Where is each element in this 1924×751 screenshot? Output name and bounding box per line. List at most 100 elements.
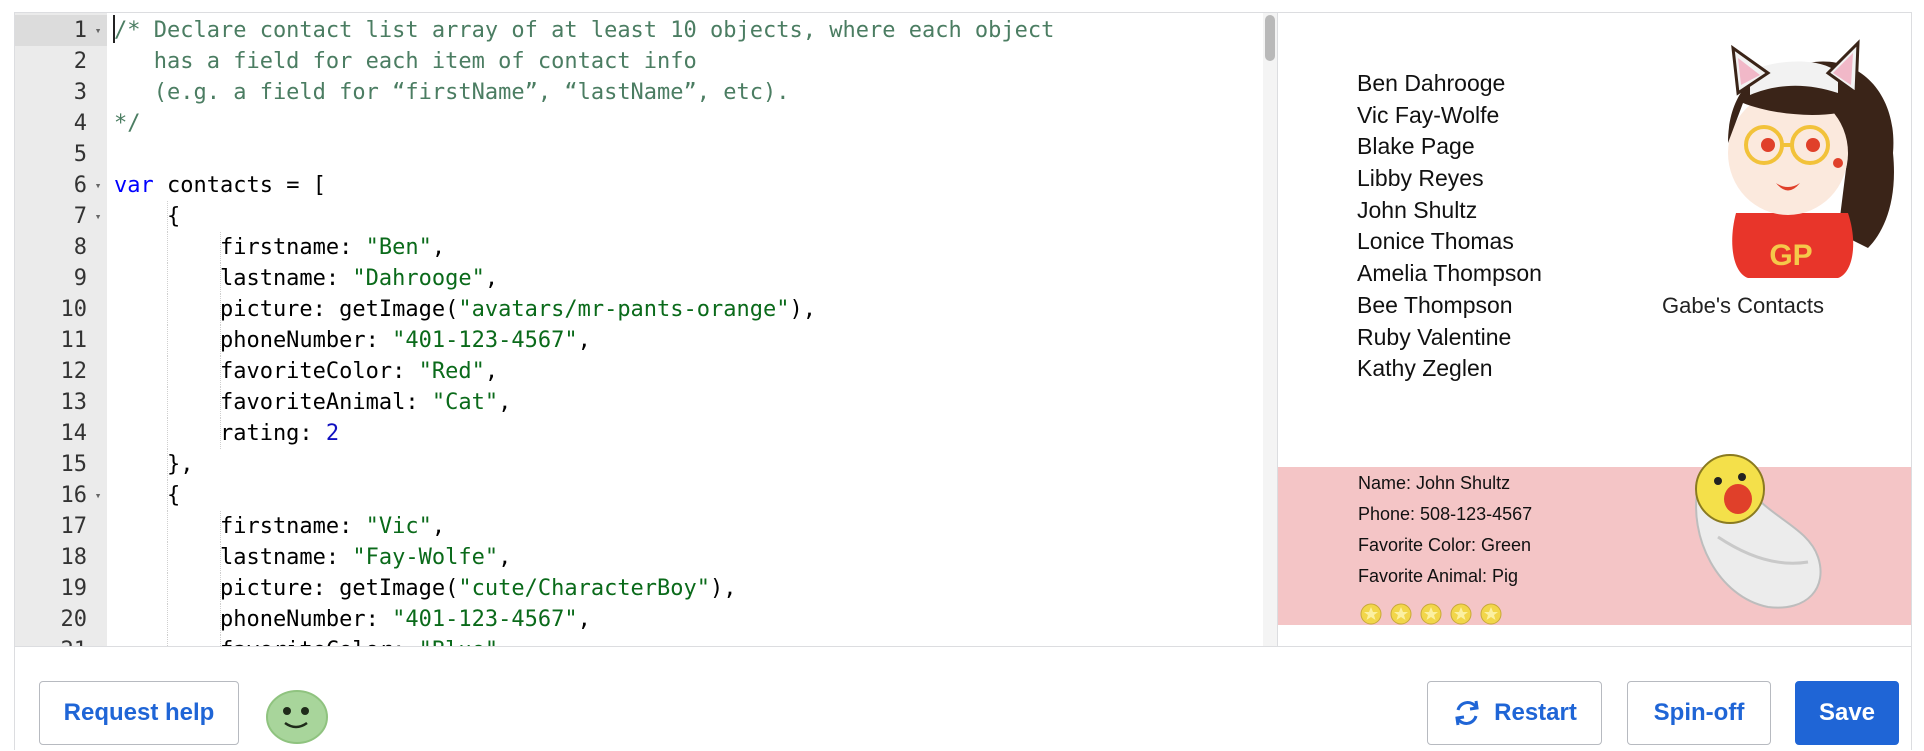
contact-list-item[interactable]: Lonice Thomas	[1357, 226, 1542, 258]
star-icon	[1390, 603, 1412, 625]
code-line[interactable]: 8 firstname: "Ben",	[15, 232, 1277, 263]
line-number: 17	[60, 514, 88, 539]
contact-list-item[interactable]: Ruby Valentine	[1357, 322, 1542, 354]
contact-list-item[interactable]: Bee Thompson	[1357, 290, 1542, 322]
code-text: rating: 2	[114, 418, 339, 449]
contact-detail-panel: Name: John Shultz Phone: 508-123-4567 Fa…	[1278, 454, 1911, 625]
code-text: favoriteColor: "Blue",	[114, 635, 511, 646]
code-token: /* Declare contact list array of at leas…	[114, 18, 1055, 43]
code-token: "Fay-Wolfe"	[352, 545, 499, 570]
code-line[interactable]: 5	[15, 139, 1277, 170]
line-number: 10	[60, 297, 88, 322]
code-line[interactable]: 19 picture: getImage("cute/CharacterBoy"…	[15, 573, 1277, 604]
star-icon	[1420, 603, 1442, 625]
contact-list-item[interactable]: John Shultz	[1357, 195, 1542, 227]
code-line[interactable]: 11 phoneNumber: "401-123-4567",	[15, 325, 1277, 356]
save-button[interactable]: Save	[1795, 681, 1899, 745]
line-number: 3	[73, 80, 87, 105]
line-number: 2	[73, 49, 87, 74]
code-lines[interactable]: 1 ▾/* Declare contact list array of at le…	[15, 15, 1277, 646]
code-line[interactable]: 1 ▾ /* Declare contact list array of at le…	[15, 15, 1277, 46]
code-editor[interactable]: 1 ▾/* Declare contact list array of at le…	[15, 13, 1278, 646]
line-number: 5	[73, 142, 87, 167]
code-line[interactable]: 13 favoriteAnimal: "Cat",	[15, 387, 1277, 418]
spin-off-button[interactable]: Spin-off	[1627, 681, 1771, 745]
code-text: lastname: "Dahrooge",	[114, 263, 498, 294]
line-number: 15	[60, 452, 88, 477]
contact-list-item[interactable]: Kathy Zeglen	[1357, 353, 1542, 385]
code-text: {	[114, 201, 180, 232]
code-line[interactable]: 2 has a field for each item of contact i…	[15, 46, 1277, 77]
contact-list-item[interactable]: Amelia Thompson	[1357, 258, 1542, 290]
program-window: 1 ▾/* Declare contact list array of at le…	[14, 12, 1912, 751]
code-text: firstname: "Ben",	[114, 232, 445, 263]
code-token: ,	[577, 607, 591, 632]
code-text: */	[114, 108, 141, 139]
fold-arrow-icon[interactable]: ▾	[91, 15, 105, 46]
code-text: (e.g. a field for “firstName”, “lastName…	[114, 77, 790, 108]
contact-avatar-image	[1695, 454, 1822, 609]
code-token: contacts = [	[153, 173, 326, 198]
spin-off-label: Spin-off	[1653, 699, 1745, 726]
code-token: "Vic"	[365, 514, 432, 539]
editor-scrollbar[interactable]	[1263, 13, 1277, 646]
code-token: phoneNumber:	[114, 607, 393, 632]
code-line[interactable]: 3 (e.g. a field for “firstName”, “lastNa…	[15, 77, 1277, 108]
code-token: firstname:	[114, 235, 366, 260]
contact-list-item[interactable]: Blake Page	[1357, 131, 1542, 163]
scrollbar-thumb[interactable]	[1265, 15, 1275, 61]
contact-list-item[interactable]: Vic Fay-Wolfe	[1357, 100, 1542, 132]
fold-arrow-icon[interactable]: ▾	[91, 480, 105, 511]
code-token: ,	[498, 545, 512, 570]
request-help-button[interactable]: Request help	[39, 681, 239, 745]
code-line[interactable]: 12 favoriteColor: "Red",	[15, 356, 1277, 387]
code-token: {	[114, 483, 181, 508]
code-line[interactable]: 14 rating: 2	[15, 418, 1277, 449]
code-token: ,	[431, 235, 446, 260]
code-token: phoneNumber:	[114, 328, 393, 353]
line-number: 18	[60, 545, 88, 570]
code-text: {	[114, 480, 180, 511]
contact-list-item[interactable]: Ben Dahrooge	[1357, 68, 1542, 100]
code-line[interactable]: 10 picture: getImage("avatars/mr-pants-o…	[15, 294, 1277, 325]
code-token: "401-123-4567"	[392, 328, 578, 353]
output-canvas[interactable]: Ben Dahrooge Vic Fay-Wolfe Blake Page Libby…	[1278, 13, 1911, 646]
code-token: "avatars/mr-pants-orange"	[458, 297, 790, 322]
restart-label: Restart	[1494, 699, 1577, 726]
line-number: 7	[73, 204, 87, 229]
code-token: "401-123-4567"	[392, 607, 578, 632]
code-line[interactable]: 6 ▾ var contacts = [	[15, 170, 1277, 201]
text-cursor	[113, 15, 115, 43]
owner-title: Gabe's Contacts	[1662, 293, 1824, 318]
code-line[interactable]: 4 */	[15, 108, 1277, 139]
code-line[interactable]: 9 lastname: "Dahrooge",	[15, 263, 1277, 294]
code-token: 2	[325, 421, 340, 446]
code-token: var	[114, 173, 154, 198]
code-token: ,	[577, 328, 591, 353]
code-line[interactable]: 21 favoriteColor: "Blue",	[15, 635, 1277, 646]
fold-arrow-icon[interactable]: ▾	[91, 201, 105, 232]
code-text: phoneNumber: "401-123-4567",	[114, 325, 591, 356]
code-token: favoriteAnimal:	[114, 390, 432, 415]
code-line[interactable]: 7 ▾ {	[15, 201, 1277, 232]
code-line[interactable]: 15 },	[15, 449, 1277, 480]
code-line[interactable]: 17 firstname: "Vic",	[15, 511, 1277, 542]
line-number: 13	[60, 390, 88, 415]
line-number: 6	[73, 173, 87, 198]
code-line[interactable]: 20 phoneNumber: "401-123-4567",	[15, 604, 1277, 635]
fold-arrow-icon[interactable]: ▾	[91, 170, 105, 201]
code-token: "Dahrooge"	[352, 266, 485, 291]
code-token: favoriteColor:	[114, 359, 419, 384]
restart-button[interactable]: Restart	[1427, 681, 1602, 745]
star-icon	[1360, 603, 1382, 625]
code-token: ),	[789, 297, 817, 322]
mascot-avatar	[266, 690, 328, 744]
contact-list-item[interactable]: Libby Reyes	[1357, 163, 1542, 195]
code-text: lastname: "Fay-Wolfe",	[114, 542, 511, 573]
detail-animal: Favorite Animal: Pig	[1358, 566, 1519, 586]
code-token: has a field for each item of contact inf…	[114, 49, 697, 74]
line-number: 16	[60, 483, 88, 508]
code-line[interactable]: 18 lastname: "Fay-Wolfe",	[15, 542, 1277, 573]
bottom-toolbar: Request help Restart Spin-off Save	[15, 646, 1911, 751]
code-line[interactable]: 16 ▾ {	[15, 480, 1277, 511]
